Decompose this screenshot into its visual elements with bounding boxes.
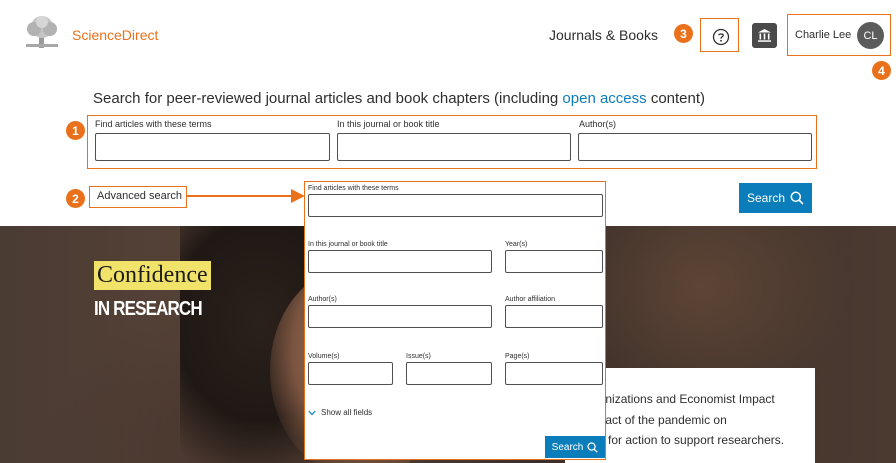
adv-search-button-label: Search <box>551 441 584 453</box>
elsevier-logo[interactable] <box>20 14 64 50</box>
adv-issue-label: Issue(s) <box>406 353 431 360</box>
adv-journal-input[interactable] <box>308 250 492 273</box>
callout-badge-3: 3 <box>674 24 693 43</box>
adv-issue-input[interactable] <box>406 362 492 385</box>
journal-title-input[interactable] <box>337 133 571 161</box>
hero-title-confidence: Confidence <box>94 261 211 290</box>
callout-badge-2-text: 2 <box>72 191 79 206</box>
callout-badge-4: 4 <box>872 61 891 80</box>
callout-arrow <box>187 189 305 203</box>
search-heading-tail: content) <box>646 90 706 107</box>
institution-icon <box>758 29 771 42</box>
help-button[interactable] <box>707 24 735 50</box>
adv-pages-input[interactable] <box>505 362 603 385</box>
avatar[interactable]: CL <box>857 22 884 49</box>
brand-name[interactable]: ScienceDirect <box>72 27 158 43</box>
adv-affiliation-input[interactable] <box>505 305 603 328</box>
adv-affiliation-label: Author affiliation <box>505 296 556 303</box>
adv-years-label: Year(s) <box>505 241 528 248</box>
adv-journal-label: In this journal or book title <box>308 241 388 248</box>
search-icon <box>587 441 599 453</box>
adv-terms-input[interactable] <box>308 194 603 217</box>
search-icon <box>790 191 804 205</box>
adv-authors-label: Author(s) <box>308 296 337 303</box>
promo-line-1: ganizations and Economist Impact <box>592 392 775 406</box>
journal-title-label: In this journal or book title <box>337 119 440 129</box>
adv-years-input[interactable] <box>505 250 603 273</box>
terms-input[interactable] <box>95 133 330 161</box>
authors-input[interactable] <box>578 133 812 161</box>
elsevier-tree-icon <box>26 16 58 48</box>
chevron-down-icon <box>308 410 316 415</box>
callout-badge-4-text: 4 <box>878 63 885 78</box>
callout-badge-3-text: 3 <box>680 26 687 41</box>
show-all-fields-toggle[interactable]: Show all fields <box>308 408 372 417</box>
adv-pages-label: Page(s) <box>505 353 530 360</box>
open-access-link[interactable]: open access <box>562 90 646 107</box>
question-circle-icon <box>712 28 730 46</box>
adv-volume-label: Volume(s) <box>308 353 340 360</box>
search-button[interactable]: Search <box>739 183 812 213</box>
journals-books-link[interactable]: Journals & Books <box>549 27 658 43</box>
callout-badge-1-text: 1 <box>72 123 79 138</box>
authors-label: Author(s) <box>579 119 617 129</box>
search-heading-text: Search for peer-reviewed journal article… <box>93 90 563 107</box>
advanced-search-link[interactable]: Advanced search <box>97 190 182 202</box>
promo-line-2: npact of the pandemic on <box>592 413 727 427</box>
search-button-label: Search <box>746 191 786 205</box>
adv-volume-input[interactable] <box>308 362 393 385</box>
show-all-fields-label: Show all fields <box>321 408 373 417</box>
institution-button[interactable] <box>752 23 777 48</box>
user-name[interactable]: Charlie Lee <box>795 29 851 41</box>
avatar-initials: CL <box>863 29 878 42</box>
terms-label: Find articles with these terms <box>95 119 212 129</box>
callout-badge-2: 2 <box>66 189 85 208</box>
adv-search-button[interactable]: Search <box>545 436 605 458</box>
adv-authors-input[interactable] <box>308 305 492 328</box>
adv-terms-label: Find articles with these terms <box>308 185 399 192</box>
hero-title-research: IN RESEARCH <box>94 298 203 320</box>
callout-badge-1: 1 <box>66 121 85 140</box>
promo-line-3: as for action to support researchers. <box>592 433 785 447</box>
search-heading: Search for peer-reviewed journal article… <box>93 90 705 107</box>
